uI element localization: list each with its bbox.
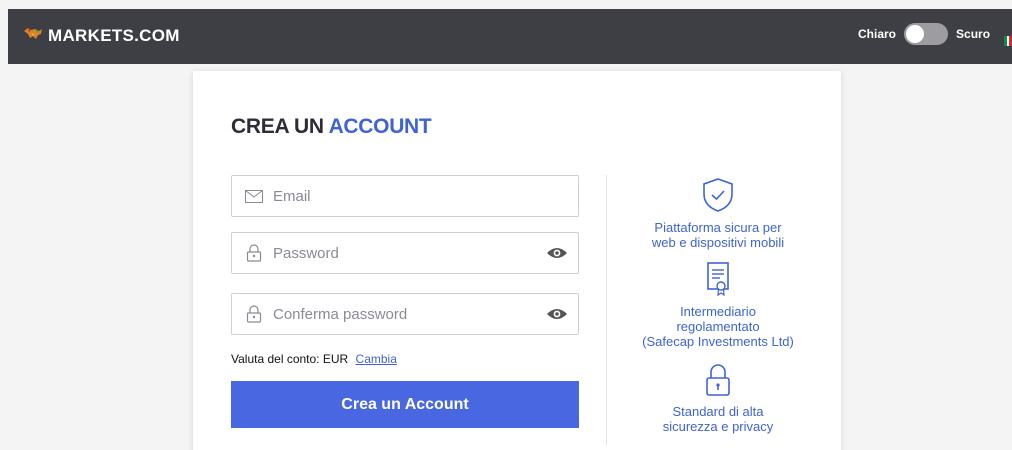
- lock-icon: [244, 243, 264, 263]
- feature-secure-platform: Piattaforma sicura per web e dispositivi…: [623, 177, 813, 250]
- account-currency: Valuta del conto: EUR Cambia: [231, 352, 397, 366]
- brand-name: MARKETS.COM: [48, 25, 180, 45]
- feature-3-line-2: sicurezza e privacy: [662, 419, 774, 434]
- top-navigation-bar: MARKETS.COM Chiaro Scuro: [8, 9, 1012, 64]
- change-currency-link[interactable]: Cambia: [356, 352, 397, 366]
- shield-check-icon: [623, 177, 813, 216]
- lock-icon: [244, 304, 264, 324]
- feature-security-privacy: Standard di alta sicurezza e privacy: [623, 363, 813, 434]
- feature-2-line-1: Intermediario: [680, 304, 756, 319]
- feature-1-line-1: Piattaforma sicura per: [654, 220, 782, 235]
- brand-logo[interactable]: MARKETS.COM: [22, 25, 180, 46]
- vertical-divider: [606, 175, 607, 445]
- feature-2-line-2: regolamentato: [676, 319, 760, 334]
- feature-3-line-1: Standard di alta: [672, 404, 764, 419]
- feature-2-line-3: (Safecap Investments Ltd): [642, 334, 794, 349]
- password-placeholder: Password: [273, 244, 339, 262]
- show-password-icon[interactable]: [546, 245, 568, 261]
- signup-card: CREA UN ACCOUNT Email Password Conferma …: [193, 71, 841, 450]
- currency-label: Valuta del conto:: [231, 352, 320, 366]
- title-accent: ACCOUNT: [328, 115, 432, 138]
- show-confirm-password-icon[interactable]: [546, 306, 568, 322]
- email-placeholder: Email: [273, 187, 311, 205]
- page-title: CREA UN ACCOUNT: [231, 115, 432, 139]
- toggle-knob: [906, 25, 925, 43]
- confirm-password-field[interactable]: Conferma password: [231, 293, 579, 335]
- italian-flag-icon[interactable]: [1004, 36, 1012, 46]
- theme-switcher: Chiaro Scuro: [858, 23, 990, 45]
- padlock-icon: [623, 363, 813, 400]
- currency-value: EUR: [322, 352, 349, 366]
- theme-dark-label: Scuro: [956, 27, 991, 41]
- email-field[interactable]: Email: [231, 175, 579, 217]
- theme-toggle[interactable]: [904, 23, 949, 45]
- feature-regulated-broker: Intermediario regolamentato (Safecap Inv…: [623, 261, 813, 349]
- confirm-password-placeholder: Conferma password: [273, 305, 408, 323]
- title-main: CREA UN: [231, 115, 324, 138]
- envelope-icon: [244, 186, 264, 206]
- create-account-button[interactable]: Crea un Account: [231, 381, 579, 428]
- bull-logo-icon: [22, 25, 44, 46]
- password-field[interactable]: Password: [231, 232, 579, 274]
- feature-1-line-2: web e dispositivi mobili: [651, 235, 785, 250]
- certificate-icon: [623, 261, 813, 300]
- theme-light-label: Chiaro: [858, 27, 897, 41]
